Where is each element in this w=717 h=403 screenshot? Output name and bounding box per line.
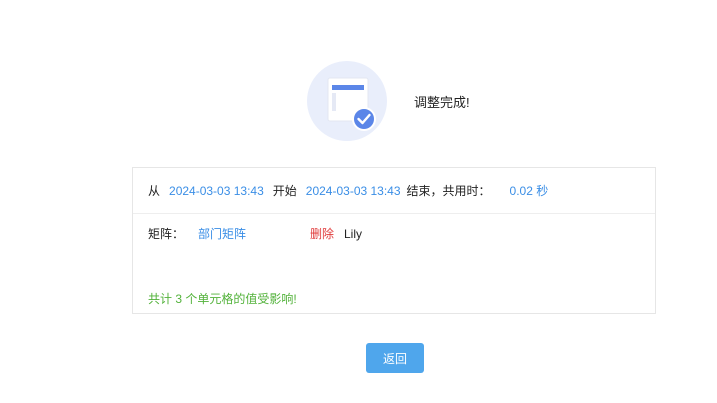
document-check-icon bbox=[307, 61, 387, 141]
user-name: Lily bbox=[344, 227, 363, 241]
duration: 0.02 秒 bbox=[509, 184, 549, 198]
end-label: 结束，共用时： bbox=[406, 184, 491, 198]
from-label: 从 bbox=[148, 184, 161, 198]
change-row: 矩阵： 部门矩阵 删除 Lily bbox=[148, 225, 362, 242]
start-time: 2024-03-03 13:43 bbox=[169, 183, 264, 198]
result-panel: 从 2024-03-03 13:43 开始 2024-03-03 13:43 结… bbox=[132, 167, 656, 314]
result-title: 调整完成! bbox=[414, 95, 470, 110]
summary-row: 从 2024-03-03 13:43 开始 2024-03-03 13:43 结… bbox=[133, 168, 655, 214]
matrix-link[interactable]: 部门矩阵 bbox=[198, 225, 310, 242]
matrix-label: 矩阵： bbox=[148, 227, 185, 241]
start-label: 开始 bbox=[272, 184, 297, 198]
affected-count-text: 共计 3 个单元格的值受影响! bbox=[148, 292, 297, 306]
back-button[interactable]: 返回 bbox=[366, 343, 424, 373]
delete-action-label: 删除 bbox=[310, 227, 335, 241]
end-time: 2024-03-03 13:43 bbox=[305, 183, 401, 198]
